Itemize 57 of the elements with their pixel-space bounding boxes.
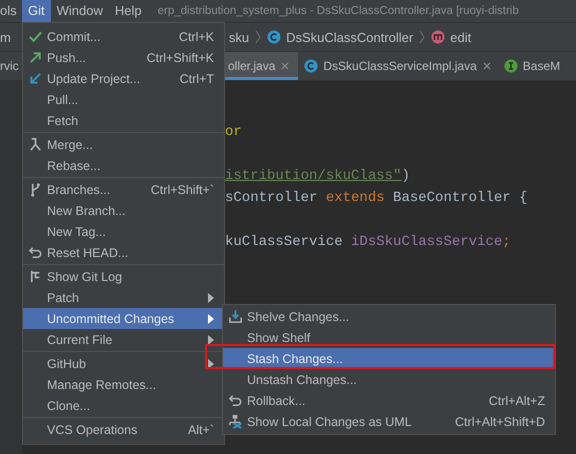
- menu-item[interactable]: Merge...: [23, 134, 224, 155]
- code-line: or: [225, 124, 242, 140]
- menu-item[interactable]: Rollback... Ctrl+Alt+Z: [223, 390, 555, 411]
- window-title: erp_distribution_system_plus - DsSkuClassController.java [ruoyi-distrib: [158, 5, 519, 17]
- menu-item[interactable]: Push... Ctrl+Shift+K: [23, 47, 224, 68]
- diagram-icon: [228, 414, 242, 429]
- menu-item[interactable]: VCS Operations Alt+`: [23, 419, 224, 440]
- menu-item[interactable]: New Branch...: [23, 200, 224, 221]
- menu-item[interactable]: Shelve Changes...: [223, 306, 555, 327]
- class-icon: [267, 30, 282, 44]
- close-icon[interactable]: [280, 61, 290, 71]
- breadcrumb-item[interactable]: sku: [228, 30, 250, 44]
- code-line: sController extends BaseController {: [225, 190, 528, 206]
- editor-tab[interactable]: DsSkuClassServiceImpl.java: [298, 52, 498, 80]
- menu-item[interactable]: New Tag...: [23, 221, 224, 242]
- menu-item[interactable]: Show Git Log: [23, 266, 224, 287]
- code-line: kuClassService iDsSkuClassService;: [225, 234, 511, 250]
- undo-icon: [28, 245, 42, 260]
- editor-tab[interactable]: BaseM: [498, 52, 566, 80]
- menu-item[interactable]: Branches... Ctrl+Shift+`: [23, 179, 224, 200]
- menu-item[interactable]: Patch: [23, 287, 224, 308]
- menu-item[interactable]: Pull...: [23, 89, 224, 110]
- menu-item[interactable]: Current File: [23, 329, 224, 350]
- breadcrumb-item[interactable]: DsSkuClassController: [267, 30, 414, 44]
- menu-item[interactable]: Rebase...: [23, 155, 224, 176]
- arrow-icon: [28, 71, 42, 86]
- chevron-icon: [255, 30, 262, 44]
- check-icon: [28, 29, 42, 44]
- breadcrumb-item[interactable]: m: [0, 30, 11, 44]
- menu-item[interactable]: Git: [22, 0, 51, 22]
- chevron-icon: [419, 30, 426, 44]
- menu-item[interactable]: Fetch: [23, 110, 224, 131]
- menu-item[interactable]: GitHub: [23, 353, 224, 374]
- arrow-icon: [28, 50, 42, 65]
- menu-item[interactable]: Show Shelf: [223, 327, 555, 348]
- menu-item[interactable]: Stash Changes...: [223, 348, 555, 369]
- code-line: istribution/skuClass"): [225, 168, 410, 184]
- close-icon[interactable]: [482, 61, 492, 71]
- menu-item[interactable]: Manage Remotes...: [23, 374, 224, 395]
- menu-item[interactable]: Clone...: [23, 395, 224, 416]
- method-icon: [431, 30, 446, 44]
- download-icon: [228, 309, 242, 324]
- merge-icon: [28, 137, 42, 152]
- menu-item[interactable]: Uncommitted Changes: [23, 308, 224, 329]
- menu-item[interactable]: Update Project... Ctrl+T: [23, 68, 224, 89]
- menu-item[interactable]: Commit... Ctrl+K: [23, 26, 224, 47]
- menu-item[interactable]: Show Local Changes as UML Ctrl+Alt+Shift+D: [223, 411, 555, 432]
- menu-item[interactable]: Reset HEAD...: [23, 242, 224, 263]
- breadcrumb-item[interactable]: edit: [431, 30, 472, 44]
- menu-item[interactable]: ols: [0, 0, 22, 22]
- menu-item[interactable]: Help: [108, 0, 148, 22]
- editor-tab[interactable]: oller.java: [225, 52, 298, 80]
- undo-icon: [228, 393, 242, 408]
- class-icon: [304, 59, 318, 73]
- menu-item[interactable]: Unstash Changes...: [223, 369, 555, 390]
- menu-item[interactable]: Window: [50, 0, 109, 22]
- interface-icon: [504, 59, 518, 73]
